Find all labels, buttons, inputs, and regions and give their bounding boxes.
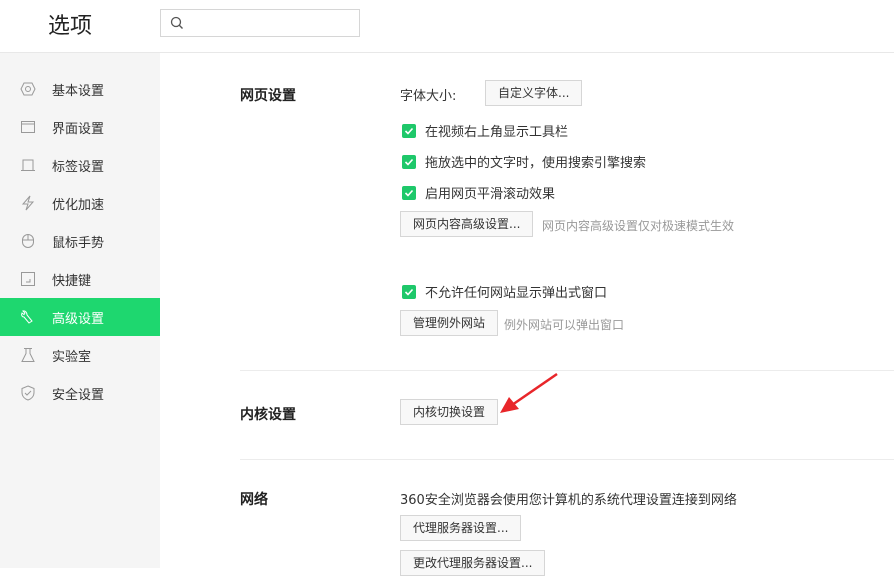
red-arrow-annotation <box>500 372 558 413</box>
